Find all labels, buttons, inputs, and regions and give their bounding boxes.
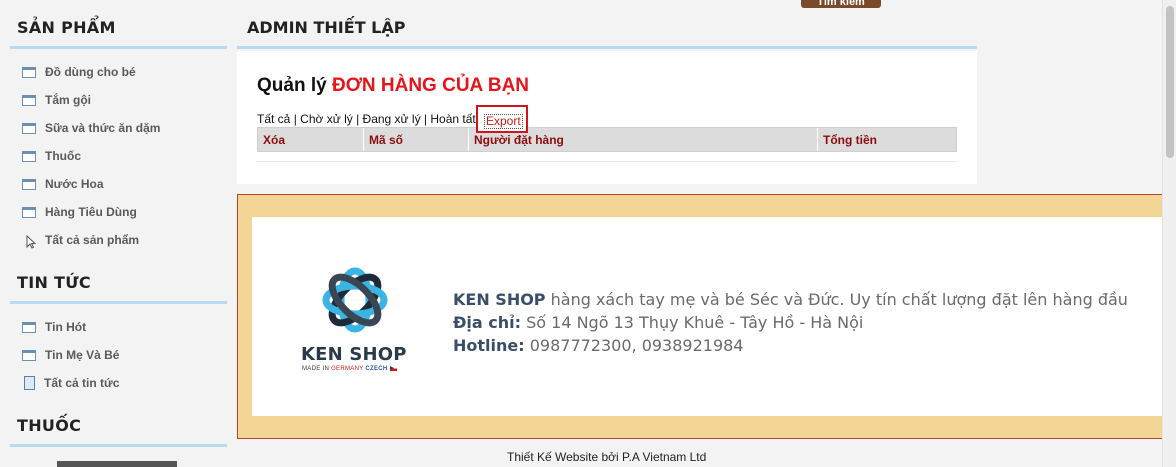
filter-completed[interactable]: Hoàn tất bbox=[430, 112, 475, 126]
sidebar-item-milk[interactable]: Sữa và thức ăn dặm bbox=[22, 119, 160, 137]
orders-table-header: Xóa Mã số Người đặt hàng Tổng tiền bbox=[257, 127, 957, 152]
sidebar-item-label: Tắm gội bbox=[45, 93, 92, 107]
section-divider bbox=[237, 46, 977, 49]
sidebar-item-label: Đồ dùng cho bé bbox=[45, 65, 136, 79]
sidebar-item-perfume[interactable]: Nước Hoa bbox=[22, 175, 104, 193]
sidebar-item-label: Tất cả tin tức bbox=[44, 376, 120, 390]
export-link[interactable]: Export bbox=[484, 114, 523, 129]
window-icon bbox=[22, 206, 36, 218]
shop-description: KEN SHOP hàng xách tay mẹ và bé Séc và Đ… bbox=[453, 290, 1128, 309]
logo-wordmark: KEN SHOP bbox=[301, 344, 407, 365]
heading-highlight: ĐƠN HÀNG CỦA BẠN bbox=[331, 75, 530, 96]
filter-processing[interactable]: Đang xử lý bbox=[363, 112, 421, 126]
sidebar-item-label: Hàng Tiêu Dùng bbox=[45, 205, 137, 219]
sidebar-item-consumer-goods[interactable]: Hàng Tiêu Dùng bbox=[22, 203, 137, 221]
sidebar-item-hot-news[interactable]: Tin Hót bbox=[22, 318, 86, 336]
filter-all[interactable]: Tất cả bbox=[257, 112, 290, 126]
sidebar-item-medicine[interactable]: Thuốc bbox=[22, 147, 81, 165]
heading-prefix: Quản lý bbox=[257, 75, 327, 96]
filter-separator: | bbox=[352, 112, 363, 126]
footer-credit[interactable]: Thiết Kế Website bởi P.A Vietnam Ltd bbox=[507, 450, 706, 464]
section-divider bbox=[10, 46, 227, 49]
shop-address: Địa chỉ: Số 14 Ngõ 13 Thụy Khuê - Tây Hồ… bbox=[453, 313, 864, 332]
column-header-id[interactable]: Mã số bbox=[364, 128, 469, 151]
sidebar-item-label: Tin Mẹ Và Bé bbox=[45, 348, 120, 362]
sidebar-item-all-products[interactable]: Tất cả sản phẩm bbox=[26, 231, 139, 249]
order-status-filters: Tất cả | Chờ xử lý | Đang xử lý | Hoàn t… bbox=[257, 112, 476, 126]
sidebar-item-all-news[interactable]: Tất cả tin tức bbox=[24, 374, 119, 392]
document-icon bbox=[24, 376, 35, 390]
sidebar-item-baby-goods[interactable]: Đồ dùng cho bé bbox=[22, 63, 136, 81]
search-button[interactable]: Tìm kiếm bbox=[801, 0, 881, 8]
window-icon bbox=[22, 150, 36, 162]
column-header-total[interactable]: Tổng tiền bbox=[818, 128, 956, 151]
section-divider bbox=[10, 301, 227, 304]
window-icon bbox=[22, 122, 36, 134]
shop-info: KEN SHOP hàng xách tay mẹ và bé Séc và Đ… bbox=[453, 288, 1128, 357]
sidebar-item-label: Nước Hoa bbox=[45, 177, 104, 191]
sidebar-item-bath[interactable]: Tắm gội bbox=[22, 91, 91, 109]
orders-panel: Quản lý ĐƠN HÀNG CỦA BẠN Tất cả | Chờ xử… bbox=[237, 51, 977, 184]
czech-flag-icon bbox=[389, 366, 397, 371]
window-icon bbox=[22, 178, 36, 190]
logo-tagline: MADE IN GERMANY CZECH bbox=[302, 366, 397, 372]
table-divider bbox=[257, 161, 957, 162]
orders-heading: Quản lý ĐƠN HÀNG CỦA BẠN bbox=[257, 75, 529, 97]
filter-separator: | bbox=[290, 112, 301, 126]
column-header-delete[interactable]: Xóa bbox=[258, 128, 364, 151]
filter-separator: | bbox=[420, 112, 431, 126]
sidebar-item-mom-baby-news[interactable]: Tin Mẹ Và Bé bbox=[22, 346, 119, 364]
window-icon bbox=[22, 66, 36, 78]
sidebar-item-label: Tất cả sản phẩm bbox=[45, 233, 140, 247]
shop-hotline: Hotline: 0987772300, 0938921984 bbox=[453, 336, 744, 355]
sidebar: SẢN PHẨM Đồ dùng cho bé Tắm gội Sữa và t… bbox=[0, 0, 238, 467]
shop-banner: KEN SHOP MADE IN GERMANY CZECH KEN SHOP … bbox=[237, 194, 1164, 439]
sidebar-item-label: Sữa và thức ăn dặm bbox=[45, 121, 161, 135]
window-icon bbox=[22, 94, 36, 106]
page-title: ADMIN THIẾT LẬP bbox=[247, 18, 406, 37]
scrollbar-thumb[interactable] bbox=[1166, 6, 1174, 158]
product-thumbnail[interactable] bbox=[57, 461, 177, 467]
window-icon bbox=[22, 321, 36, 333]
banner-content: KEN SHOP MADE IN GERMANY CZECH KEN SHOP … bbox=[252, 217, 1164, 416]
section-divider bbox=[10, 444, 227, 447]
section-title-news: TIN TỨC bbox=[17, 273, 91, 292]
window-icon bbox=[22, 349, 36, 361]
section-title-products: SẢN PHẨM bbox=[17, 18, 116, 37]
pointer-icon bbox=[26, 234, 38, 249]
filter-pending[interactable]: Chờ xử lý bbox=[300, 112, 353, 126]
sidebar-item-label: Tin Hót bbox=[45, 320, 87, 334]
section-title-medicine: THUỐC bbox=[17, 416, 82, 435]
sidebar-item-label: Thuốc bbox=[45, 149, 81, 163]
export-highlight: Export bbox=[476, 105, 528, 133]
vertical-scrollbar[interactable] bbox=[1162, 0, 1176, 467]
